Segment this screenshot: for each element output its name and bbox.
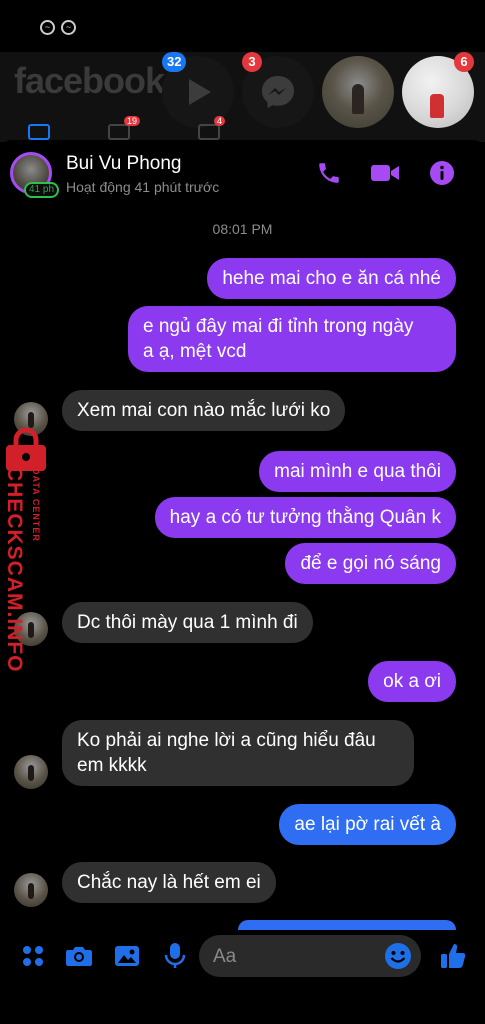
notification-badge: 3 bbox=[242, 52, 262, 72]
video-camera-icon[interactable] bbox=[370, 158, 400, 188]
facebook-tab-bar: 19 4 bbox=[0, 116, 485, 142]
notification-badge: 32 bbox=[162, 52, 187, 72]
image-icon[interactable] bbox=[112, 941, 142, 971]
message-timestamp: 08:01 PM bbox=[212, 221, 273, 237]
notification-badge: 6 bbox=[454, 52, 474, 72]
incoming-message[interactable]: Dc thôi mày qua 1 mình đi bbox=[62, 602, 313, 643]
messenger-icon bbox=[262, 76, 294, 108]
avatar[interactable] bbox=[14, 755, 48, 789]
chat-header: 41 ph Bui Vu Phong Hoạt động 41 phút trư… bbox=[0, 140, 485, 206]
incoming-message[interactable]: Ko phải ai nghe lời a cũng hiểu đâu em k… bbox=[62, 720, 414, 786]
grid-icon[interactable] bbox=[18, 941, 48, 971]
watch-tab-icon[interactable]: 19 bbox=[108, 116, 141, 140]
phone-icon[interactable] bbox=[314, 158, 344, 188]
active-time-badge: 41 ph bbox=[24, 182, 60, 198]
outgoing-message[interactable]: để e gọi nó sáng bbox=[285, 543, 456, 584]
outgoing-message[interactable]: hay a có tư tưởng thằng Quân k bbox=[154, 497, 456, 538]
marketplace-tab-icon[interactable]: 4 bbox=[198, 116, 226, 140]
facebook-logo: facebook bbox=[14, 60, 165, 101]
thumbs-up-icon[interactable] bbox=[438, 941, 468, 971]
watermark-text: CHECKSCAM.INFO bbox=[3, 466, 26, 673]
messenger-notification-icon: ~ bbox=[61, 20, 76, 35]
outgoing-message[interactable]: ok a ơi bbox=[368, 661, 456, 702]
outgoing-message[interactable]: e ngủ đây mai đi tỉnh trong ngày a ạ, mệ… bbox=[128, 306, 456, 372]
status-bar: ~ ~ bbox=[0, 0, 485, 52]
camera-icon[interactable] bbox=[64, 941, 94, 971]
incoming-message[interactable]: Xem mai con nào mắc lưới ko bbox=[62, 390, 346, 431]
message-input-placeholder: Aa bbox=[213, 946, 237, 967]
watermark-subtext: DATA CENTER bbox=[31, 468, 41, 542]
message-input[interactable]: Aa bbox=[199, 935, 421, 977]
contact-status: Hoạt động 41 phút trước bbox=[66, 179, 220, 195]
emoji-icon[interactable] bbox=[384, 942, 412, 970]
info-icon[interactable] bbox=[427, 158, 457, 188]
chat-panel: 41 ph Bui Vu Phong Hoạt động 41 phút trư… bbox=[0, 140, 485, 1024]
incoming-message[interactable]: Chắc nay là hết em ei bbox=[62, 862, 276, 903]
contact-name[interactable]: Bui Vu Phong bbox=[66, 153, 182, 175]
avatar[interactable] bbox=[14, 873, 48, 907]
message-composer: Aa bbox=[0, 927, 485, 987]
outgoing-message[interactable]: mai mình e qua thôi bbox=[259, 451, 456, 492]
outgoing-message[interactable]: hehe mai cho e ăn cá nhé bbox=[207, 258, 456, 299]
outgoing-message[interactable]: ae lại pờ rai vết à bbox=[279, 804, 456, 845]
messenger-notification-icon: ~ bbox=[40, 20, 55, 35]
home-tab-icon[interactable] bbox=[28, 124, 50, 140]
mic-icon[interactable] bbox=[160, 941, 190, 971]
play-icon bbox=[189, 79, 211, 105]
